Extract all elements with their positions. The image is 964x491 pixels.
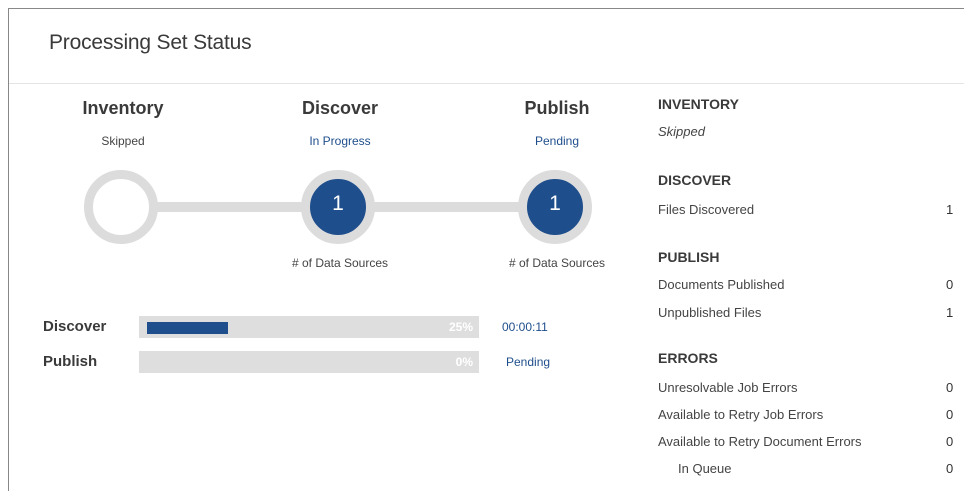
- summary-inventory-heading: INVENTORY: [658, 96, 739, 112]
- step-discover-status: In Progress: [309, 134, 371, 148]
- publish-progress-bar: 0%: [139, 351, 479, 373]
- discover-progress-fill: [147, 322, 228, 334]
- publish-progress-percent: 0%: [455, 355, 473, 369]
- discover-progress-label: Discover: [43, 318, 107, 335]
- unresolvable-job-errors-label: Unresolvable Job Errors: [658, 380, 798, 395]
- retry-document-errors-label: Available to Retry Document Errors: [658, 434, 862, 449]
- step-publish-status: Pending: [534, 134, 580, 148]
- files-discovered-label: Files Discovered: [658, 202, 755, 217]
- step-discover-ring: 1: [301, 170, 375, 244]
- in-queue-value: 0: [946, 461, 954, 476]
- step-inventory-status: Skipped: [101, 134, 145, 148]
- step-discover-title: Discover: [301, 98, 379, 118]
- discover-elapsed-time: 00:00:11: [502, 320, 548, 334]
- step-publish-ring: 1: [518, 170, 592, 244]
- publish-status-text: Pending: [506, 355, 551, 369]
- publish-progress-label: Publish: [43, 353, 98, 370]
- panel-header: Processing Set Status: [9, 9, 964, 84]
- retry-job-errors-value: 0: [946, 407, 954, 422]
- summary-publish-heading: PUBLISH: [658, 249, 720, 265]
- unpublished-files-value: 1: [946, 305, 954, 320]
- documents-published-label: Documents Published: [658, 277, 785, 292]
- summary-inventory-status: Skipped: [658, 124, 705, 139]
- panel-title: Processing Set Status: [49, 31, 252, 54]
- step-publish-caption: # of Data Sources: [508, 256, 606, 270]
- documents-published-value: 0: [946, 277, 954, 292]
- step-connector: [373, 202, 523, 212]
- in-queue-label: In Queue: [678, 461, 732, 476]
- discover-progress-bar: 25%: [139, 316, 479, 338]
- step-inventory-title: Inventory: [82, 98, 164, 118]
- step-discover-caption: # of Data Sources: [291, 256, 389, 270]
- summary-discover-heading: DISCOVER: [658, 172, 732, 188]
- retry-job-errors-label: Available to Retry Job Errors: [658, 407, 824, 422]
- step-connector: [154, 202, 304, 212]
- unresolvable-job-errors-value: 0: [946, 380, 954, 395]
- files-discovered-value: 1: [946, 202, 954, 217]
- step-discover-count: 1: [332, 192, 344, 215]
- step-inventory-ring: [84, 170, 158, 244]
- step-publish-count: 1: [549, 192, 561, 215]
- retry-document-errors-value: 0: [946, 434, 954, 449]
- summary-errors-heading: ERRORS: [658, 350, 718, 366]
- unpublished-files-label: Unpublished Files: [658, 305, 762, 320]
- discover-progress-percent: 25%: [448, 320, 473, 334]
- step-publish-title: Publish: [524, 98, 590, 118]
